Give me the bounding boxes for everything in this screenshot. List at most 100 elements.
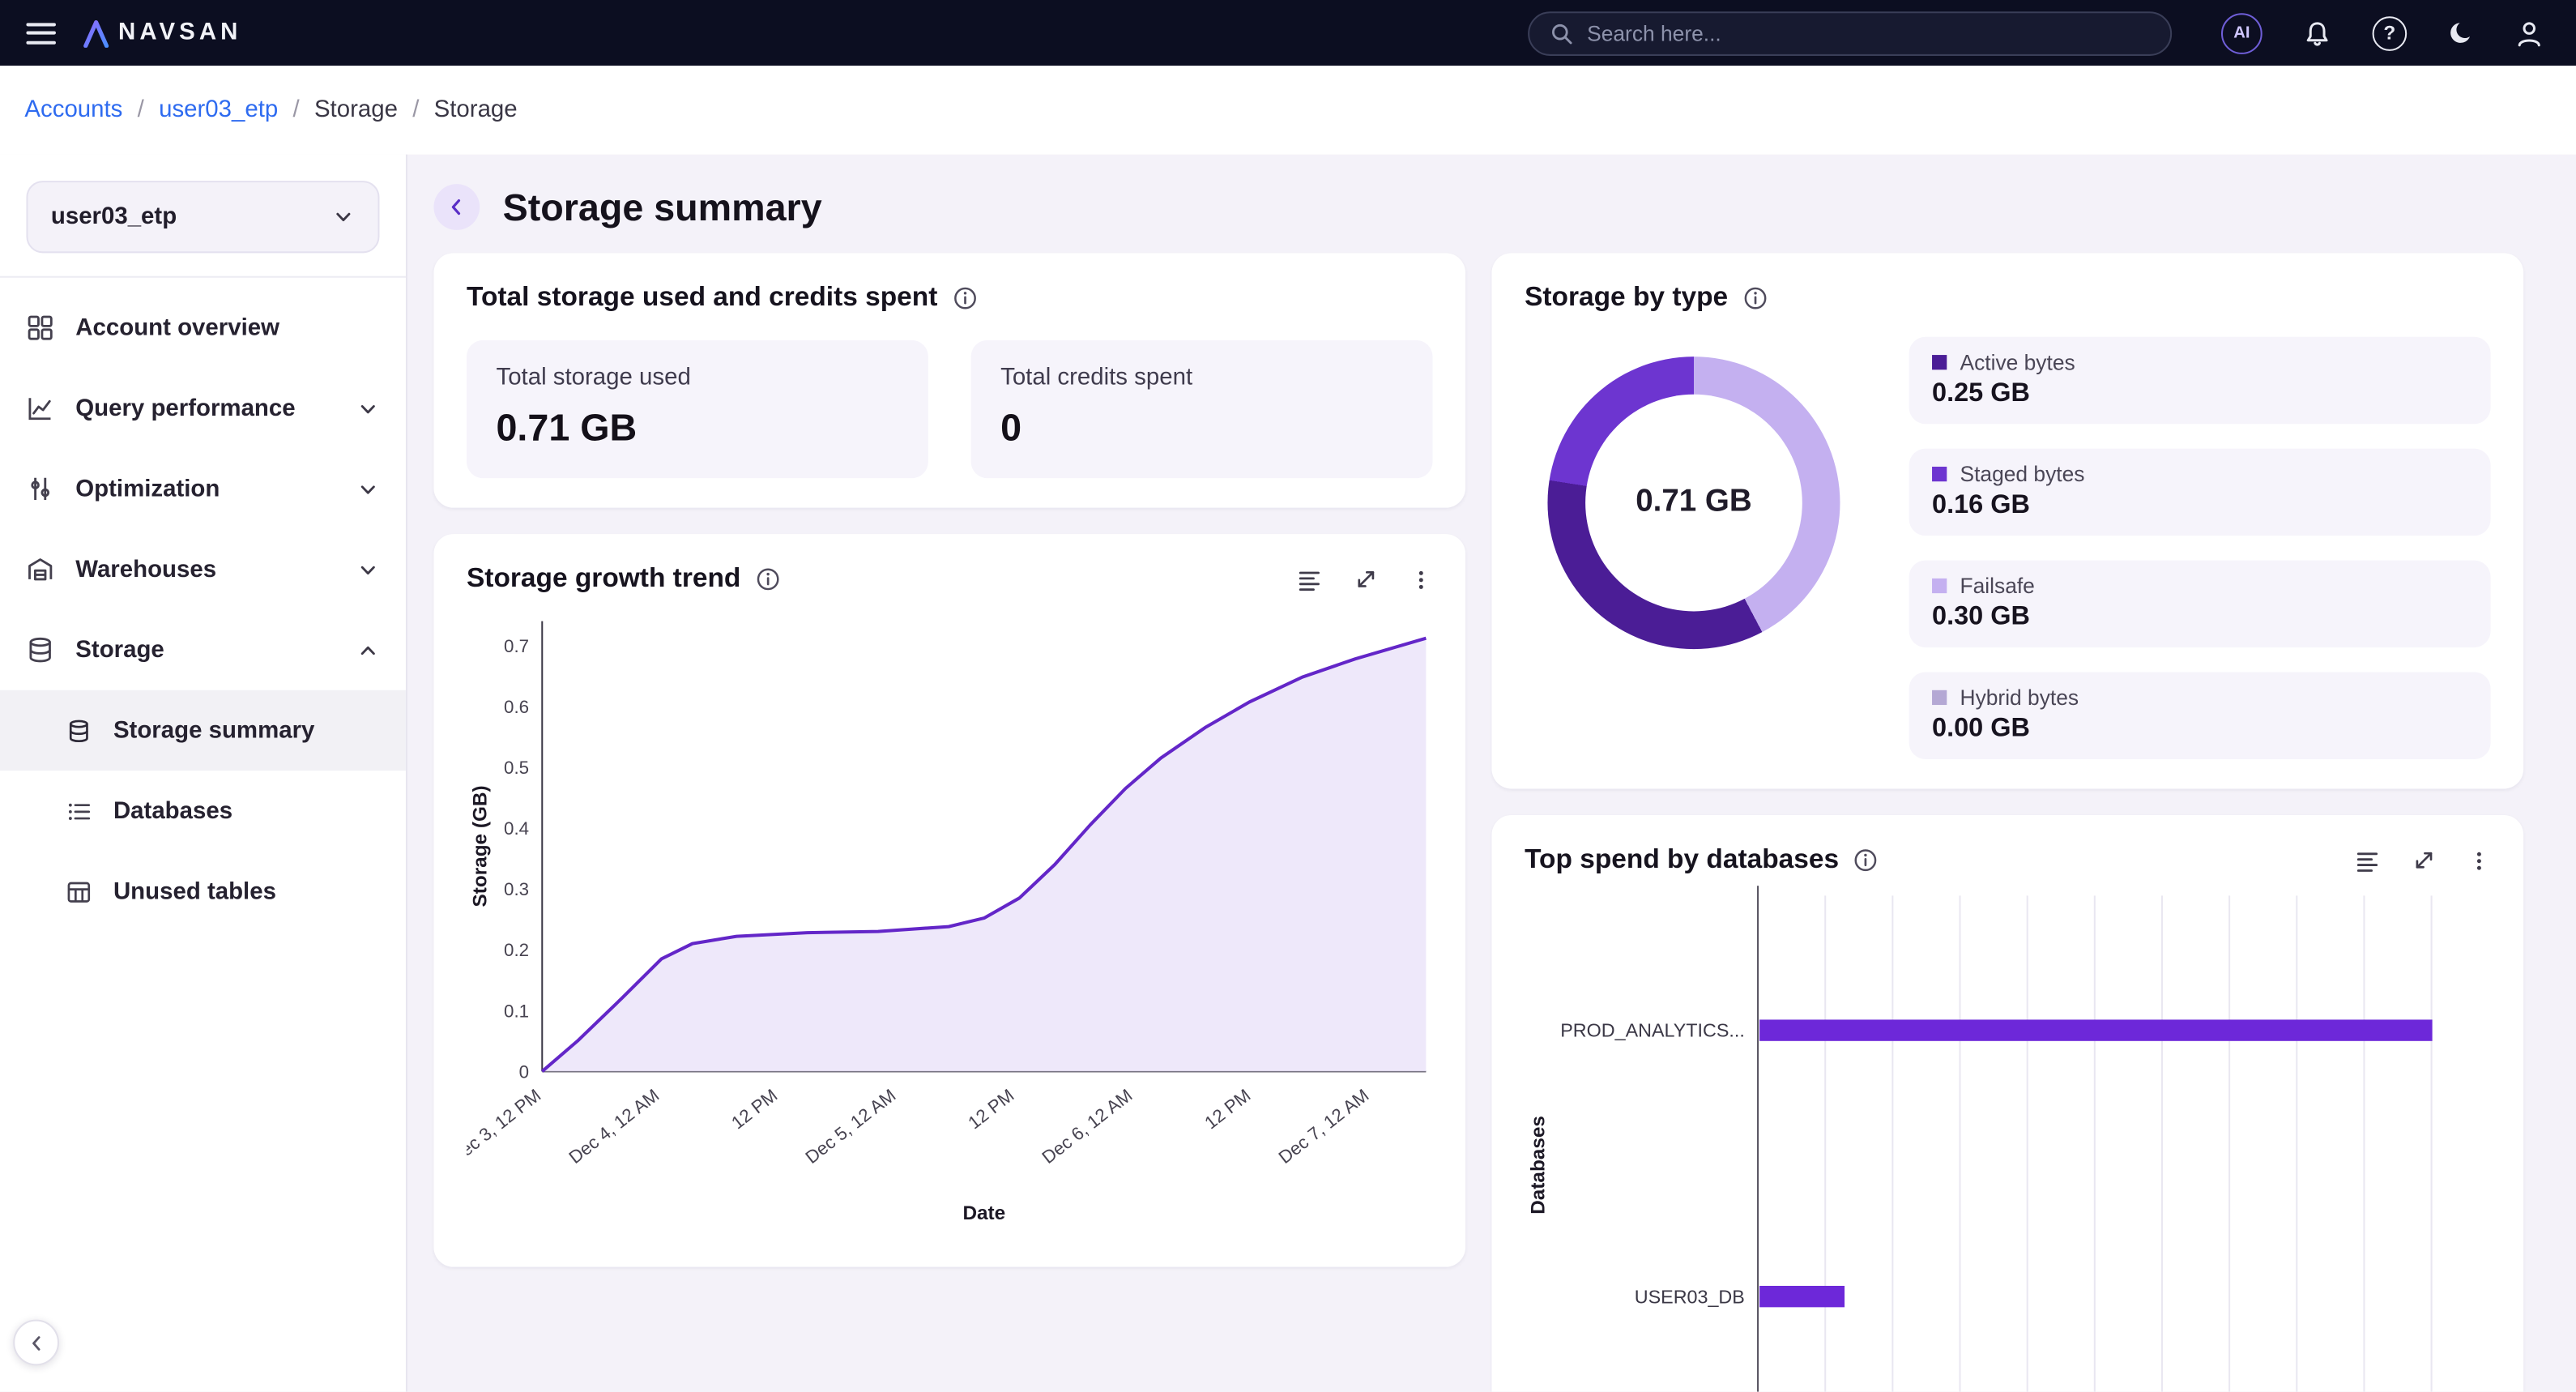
sidebar-item-label: Storage summary [113, 717, 314, 743]
top-spend-bar-chart[interactable]: PROD_ANALYTICS... USER03_DB Databases [1525, 886, 2491, 1392]
svg-text:Dec 6, 12 AM: Dec 6, 12 AM [1039, 1085, 1137, 1168]
user-profile-icon[interactable] [2515, 19, 2543, 46]
main-content: Storage summary Total storage used and c… [407, 155, 2576, 1392]
chart-summary-icon[interactable] [2354, 847, 2380, 873]
card-title: Storage by type [1525, 283, 1728, 314]
brand-logo[interactable]: NAVSAN [82, 19, 241, 46]
stat-label: Total storage used [496, 365, 898, 391]
sidebar-item-warehouses[interactable]: Warehouses [0, 529, 406, 609]
legend-label: Active bytes [1960, 350, 2075, 374]
sidebar-item-storage[interactable]: Storage [0, 609, 406, 690]
stat-value: 0 [1000, 406, 1403, 450]
hamburger-menu-icon[interactable] [26, 22, 56, 43]
help-icon[interactable]: ? [2373, 15, 2408, 50]
svg-text:0.3: 0.3 [504, 879, 529, 899]
search-icon [1549, 20, 1573, 45]
storage-growth-chart[interactable]: 00.10.20.30.40.50.60.7Dec 3, 12 PMDec 4,… [467, 604, 1433, 1229]
svg-text:Databases: Databases [1527, 1116, 1549, 1215]
legend-label: Hybrid bytes [1960, 685, 2079, 710]
chevron-down-icon [356, 558, 379, 581]
sidebar-item-label: Account overview [75, 314, 279, 340]
chart-summary-icon[interactable] [1296, 566, 1322, 592]
svg-text:USER03_DB: USER03_DB [1635, 1286, 1745, 1307]
expand-icon[interactable] [1354, 567, 1378, 591]
stat-total-storage-used: Total storage used 0.71 GB [467, 340, 928, 478]
top-spend-by-databases-card: Top spend by databases [1492, 815, 2524, 1392]
legend-swatch [1932, 579, 1947, 593]
sidebar-item-databases[interactable]: Databases [0, 771, 406, 851]
kebab-menu-icon[interactable] [1410, 566, 1432, 592]
dark-mode-moon-icon[interactable] [2448, 19, 2474, 45]
info-icon[interactable] [1742, 286, 1767, 310]
list-icon [66, 798, 92, 824]
stat-value: 0.71 GB [496, 406, 898, 450]
legend-value: 0.16 GB [1932, 491, 2467, 521]
svg-text:0.6: 0.6 [504, 697, 529, 717]
sidebar-item-label: Unused tables [113, 878, 276, 904]
breadcrumb: Accounts / user03_etp / Storage / Storag… [0, 66, 2576, 155]
sidebar-item-optimization[interactable]: Optimization [0, 449, 406, 529]
legend-item-failsafe[interactable]: Failsafe 0.30 GB [1909, 561, 2491, 647]
expand-icon[interactable] [2412, 848, 2436, 872]
page-back-button[interactable] [433, 184, 480, 230]
info-icon[interactable] [756, 567, 780, 591]
storage-type-legend: Active bytes 0.25 GB Staged bytes 0.16 G… [1909, 337, 2491, 759]
notifications-bell-icon[interactable] [2303, 19, 2331, 46]
sliders-icon [26, 475, 53, 502]
total-storage-card: Total storage used and credits spent Tot… [433, 253, 1465, 507]
breadcrumb-current: Storage [434, 97, 518, 123]
account-selector-label: user03_etp [51, 203, 177, 229]
search-input[interactable] [1587, 20, 2151, 45]
svg-text:0.7: 0.7 [504, 636, 529, 656]
info-icon[interactable] [953, 286, 977, 310]
dashboard-grid-icon [26, 314, 53, 341]
breadcrumb-separator: / [412, 97, 419, 123]
chevron-left-icon [446, 195, 468, 218]
donut-center-value: 0.71 GB [1585, 395, 1802, 612]
breadcrumb-storage[interactable]: Storage [314, 97, 398, 123]
chevron-down-icon [356, 397, 379, 420]
sidebar-item-storage-summary[interactable]: Storage summary [0, 690, 406, 771]
svg-text:Date: Date [962, 1202, 1005, 1224]
ai-assistant-button[interactable]: AI [2221, 12, 2263, 53]
svg-text:Dec 4, 12 AM: Dec 4, 12 AM [565, 1085, 663, 1168]
svg-text:12 PM: 12 PM [964, 1085, 1017, 1133]
sidebar-collapse-button[interactable] [13, 1320, 59, 1366]
card-title: Total storage used and credits spent [467, 283, 937, 314]
svg-text:Dec 5, 12 AM: Dec 5, 12 AM [802, 1085, 900, 1168]
storage-summary-icon [66, 717, 92, 743]
line-chart-icon [26, 395, 53, 422]
storage-type-donut-chart[interactable]: 0.71 GB [1547, 357, 1840, 649]
global-search[interactable] [1528, 11, 2172, 55]
legend-label: Staged bytes [1960, 462, 2085, 486]
sidebar-item-label: Databases [113, 798, 232, 824]
warehouse-icon [26, 555, 53, 583]
info-icon[interactable] [1853, 848, 1878, 872]
table-icon [66, 878, 92, 904]
sidebar-item-label: Warehouses [75, 557, 216, 583]
breadcrumb-account-name[interactable]: user03_etp [159, 97, 278, 123]
legend-item-staged-bytes[interactable]: Staged bytes 0.16 GB [1909, 449, 2491, 536]
breadcrumb-accounts[interactable]: Accounts [24, 97, 122, 123]
legend-label: Failsafe [1960, 574, 2035, 598]
svg-text:PROD_ANALYTICS...: PROD_ANALYTICS... [1560, 1020, 1745, 1041]
sidebar: user03_etp Account overview Query perfor… [0, 155, 407, 1392]
legend-swatch [1932, 355, 1947, 369]
logo-a-icon [82, 19, 109, 46]
sidebar-item-unused-tables[interactable]: Unused tables [0, 852, 406, 932]
storage-by-type-card: Storage by type 0.71 GB Active [1492, 253, 2524, 788]
svg-text:12 PM: 12 PM [1201, 1085, 1254, 1133]
app-window: NAVSAN AI ? [0, 0, 2576, 1392]
account-selector-dropdown[interactable]: user03_etp [26, 181, 379, 253]
legend-item-active-bytes[interactable]: Active bytes 0.25 GB [1909, 337, 2491, 424]
stat-total-credits-spent: Total credits spent 0 [971, 340, 1433, 478]
sidebar-item-query-performance[interactable]: Query performance [0, 368, 406, 448]
sidebar-item-account-overview[interactable]: Account overview [0, 288, 406, 368]
svg-text:0.4: 0.4 [504, 818, 529, 839]
sidebar-item-label: Query performance [75, 395, 295, 421]
chevron-down-icon [332, 206, 355, 228]
page-title: Storage summary [503, 185, 822, 229]
legend-item-hybrid-bytes[interactable]: Hybrid bytes 0.00 GB [1909, 672, 2491, 758]
kebab-menu-icon[interactable] [2467, 847, 2490, 873]
svg-text:0: 0 [519, 1061, 529, 1082]
